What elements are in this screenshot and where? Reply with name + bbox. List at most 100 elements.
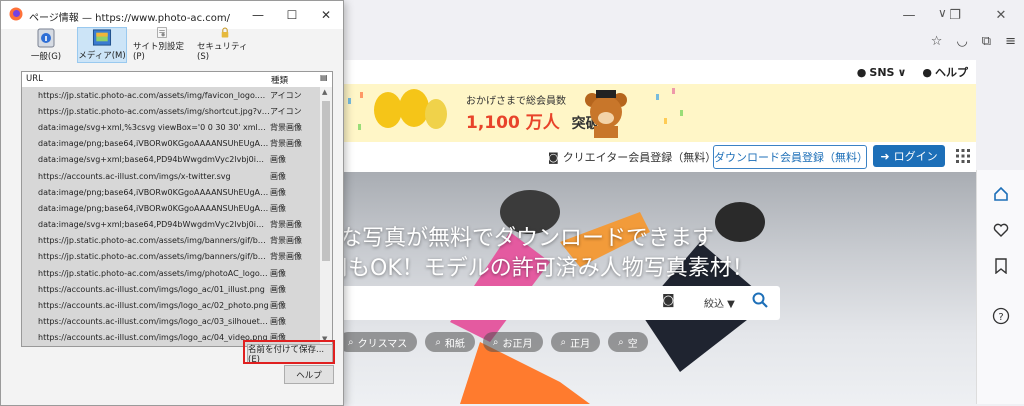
table-row[interactable]: https://jp.static.photo-ac.com/assets/im… xyxy=(22,233,320,249)
table-row[interactable]: https://jp.static.photo-ac.com/assets/im… xyxy=(22,87,320,103)
svg-text:?: ? xyxy=(998,312,1003,323)
help-circle-icon[interactable]: ? xyxy=(991,306,1011,326)
row-type: 背景画像 xyxy=(270,236,302,246)
search-icon: ⌕ xyxy=(560,336,567,348)
row-url: https://accounts.ac-illust.com/imgs/logo… xyxy=(38,317,270,327)
heart-icon[interactable] xyxy=(991,220,1011,240)
row-type: 画像 xyxy=(270,187,286,197)
lock-icon xyxy=(221,27,229,38)
bookmark-icon[interactable] xyxy=(991,256,1011,276)
restore-button[interactable]: ❐ xyxy=(932,0,978,30)
table-row[interactable]: https://accounts.ac-illust.com/imgs/logo… xyxy=(22,281,320,297)
row-type: 画像 xyxy=(270,268,286,278)
tab-permissions[interactable]: サイト別設定(P) xyxy=(133,27,191,63)
row-type: 背景画像 xyxy=(270,122,302,132)
row-url: data:image/png;base64,iVBORw0KGgoAAAANSU… xyxy=(38,139,270,149)
dialog-tabs: 一般(G) メディア(M) サイト別設定(P) セキュリティ(S) xyxy=(21,27,253,63)
dialog-title: ページ情報 — https://www.photo-ac.com/ xyxy=(29,13,230,24)
banner-count: 1,100 xyxy=(466,113,520,133)
search-filter-dropdown[interactable]: 絞込 ▼ xyxy=(704,295,735,310)
close-button[interactable]: ✕ xyxy=(978,0,1024,30)
table-row[interactable]: https://jp.static.photo-ac.com/assets/im… xyxy=(22,265,320,281)
search-icon: ⌕ xyxy=(348,336,354,348)
page-info-dialog: ページ情報 — https://www.photo-ac.com/ — ☐ ✕ … xyxy=(0,0,344,406)
table-row[interactable]: data:image/svg+xml,%3csvg viewBox='0 0 3… xyxy=(22,119,320,135)
row-url: data:image/svg+xml;base64,PD94bWwgdmVyc2… xyxy=(38,220,270,230)
dialog-help-button[interactable]: ヘルプ xyxy=(284,365,334,384)
image-search-camera-icon[interactable]: ◙ xyxy=(662,293,675,308)
search-icon: ⌕ xyxy=(618,336,624,348)
table-row[interactable]: https://accounts.ac-illust.com/imgs/logo… xyxy=(22,314,320,330)
download-register-button[interactable]: ダウンロード会員登録（無料） xyxy=(713,145,868,169)
row-url: https://jp.static.photo-ac.com/assets/im… xyxy=(38,252,270,262)
table-row[interactable]: https://accounts.ac-illust.com/imgs/x-tw… xyxy=(22,168,320,184)
info-icon xyxy=(37,28,55,48)
row-type: 画像 xyxy=(270,317,286,327)
login-button[interactable]: ➜ ログイン xyxy=(873,145,945,167)
media-list[interactable]: URL 種類 ▤ https://jp.static.photo-ac.com/… xyxy=(21,71,333,347)
row-type: 背景画像 xyxy=(270,139,302,149)
tab-media[interactable]: メディア(M) xyxy=(77,27,127,63)
row-type: 画像 xyxy=(270,155,286,165)
row-type: アイコン xyxy=(270,106,302,116)
login-label: ログイン xyxy=(893,150,938,163)
dialog-window-controls: — ☐ ✕ xyxy=(241,1,343,29)
column-header-url[interactable]: URL xyxy=(26,74,43,84)
scrollbar-thumb[interactable] xyxy=(322,101,330,261)
dialog-close-button[interactable]: ✕ xyxy=(309,1,343,29)
row-type: 背景画像 xyxy=(270,220,302,230)
balloons-icon xyxy=(374,89,447,129)
chevron-down-icon: ∨ xyxy=(897,65,907,79)
banner-line1: おかげさまで総会員数 xyxy=(466,96,566,107)
tag-label: 和紙 xyxy=(444,338,465,350)
home-icon[interactable] xyxy=(991,184,1011,204)
row-url: data:image/svg+xml;base64,PD94bWwgdmVyc2… xyxy=(38,155,270,165)
dialog-titlebar[interactable]: ページ情報 — https://www.photo-ac.com/ — ☐ ✕ xyxy=(1,1,343,29)
table-row[interactable]: data:image/png;base64,iVBORw0KGgoAAAANSU… xyxy=(22,184,320,200)
confetti-icon xyxy=(656,88,683,124)
apps-grid-icon[interactable] xyxy=(956,149,970,163)
search-icon[interactable] xyxy=(752,292,768,308)
column-header-type[interactable]: 種類 xyxy=(271,74,288,86)
tag-chip[interactable]: ⌕ 和紙 xyxy=(425,332,475,352)
row-url: https://accounts.ac-illust.com/imgs/x-tw… xyxy=(38,171,231,181)
scroll-up-arrow[interactable]: ▲ xyxy=(322,88,327,96)
dialog-maximize-button[interactable]: ☐ xyxy=(275,1,309,29)
user-icon: ● xyxy=(922,65,932,79)
table-row[interactable]: data:image/png;base64,iVBORw0KGgoAAAANSU… xyxy=(22,200,320,216)
table-row[interactable]: https://jp.static.photo-ac.com/assets/im… xyxy=(22,103,320,119)
tab-label: 一般(G) xyxy=(30,52,62,62)
tab-label: メディア(M) xyxy=(78,51,126,61)
minimize-button[interactable]: — xyxy=(886,0,932,30)
extensions-icon[interactable]: ⧉ xyxy=(982,34,991,49)
tag-chip[interactable]: ⌕ 空 xyxy=(608,332,648,352)
tab-general[interactable]: 一般(G) xyxy=(21,27,71,63)
row-url: https://jp.static.photo-ac.com/assets/im… xyxy=(38,106,270,116)
tag-chip[interactable]: ⌕ 正月 xyxy=(550,332,601,352)
bookmark-star-icon[interactable]: ☆ xyxy=(931,34,943,49)
creator-register-link[interactable]: ◙ クリエイター会員登録（無料） xyxy=(548,149,716,165)
pocket-icon[interactable]: ◡ xyxy=(956,34,967,49)
tag-chip[interactable]: ⌕ クリスマス xyxy=(338,332,418,352)
menu-icon[interactable]: ≡ xyxy=(1005,34,1016,49)
tag-chip[interactable]: ⌕ お正月 xyxy=(482,332,543,352)
table-row[interactable]: data:image/png;base64,iVBORw0KGgoAAAANSU… xyxy=(22,136,320,152)
sns-menu[interactable]: ● SNS ∨ xyxy=(857,66,907,79)
table-row[interactable]: https://jp.static.photo-ac.com/assets/im… xyxy=(22,249,320,265)
row-type: 画像 xyxy=(270,301,286,311)
tag-label: 空 xyxy=(627,338,638,350)
table-row[interactable]: data:image/svg+xml;base64,PD94bWwgdmVyc2… xyxy=(22,152,320,168)
list-scrollbar[interactable]: ▲ ▼ xyxy=(320,87,332,346)
tab-security[interactable]: セキュリティ(S) xyxy=(197,27,253,63)
help-label: ヘルプ xyxy=(935,66,968,79)
table-row[interactable]: https://accounts.ac-illust.com/imgs/logo… xyxy=(22,297,320,313)
hero-headline-1: な写真が無料でダウンロードできます xyxy=(340,226,715,251)
table-row[interactable]: data:image/svg+xml;base64,PD94bWwgdmVyc2… xyxy=(22,217,320,233)
column-picker-icon[interactable]: ▤ xyxy=(320,73,328,82)
tag-list: ⌕ クリスマス ⌕ 和紙 ⌕ お正月 ⌕ 正月 ⌕ 空 xyxy=(338,332,648,352)
row-url: https://accounts.ac-illust.com/imgs/logo… xyxy=(38,301,269,311)
help-link[interactable]: ● ヘルプ xyxy=(922,64,968,80)
bear-mascot-icon xyxy=(585,90,627,138)
chat-icon: ● xyxy=(856,65,867,79)
dialog-minimize-button[interactable]: — xyxy=(241,1,275,29)
